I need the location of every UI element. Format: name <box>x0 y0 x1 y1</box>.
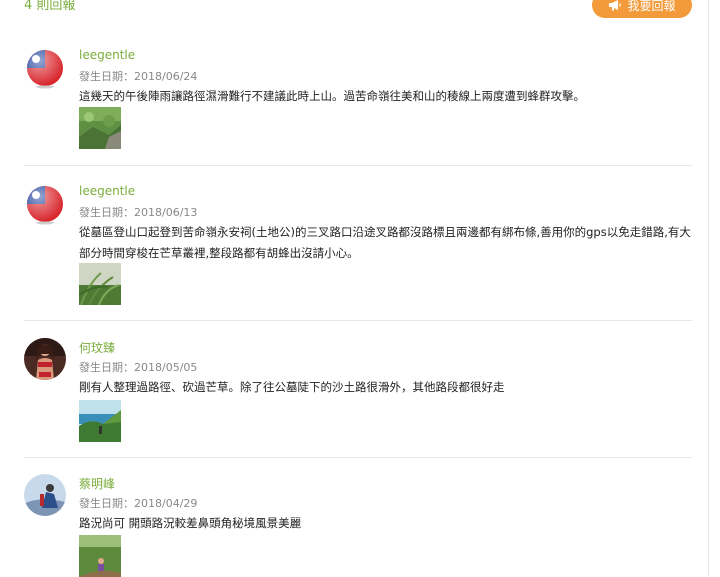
report-item: 何玟臻 發生日期：2018/05/05 剛有人整理過路徑、砍過芒草。除了往公墓陡… <box>24 338 692 448</box>
coast-view-photo[interactable] <box>79 400 121 442</box>
page-right-border <box>708 0 709 576</box>
reports-header: 4 則回報 我要回報 <box>0 0 708 30</box>
megaphone-icon <box>608 0 622 11</box>
report-text: 這幾天的午後陣雨讓路徑濕滑難行不建議此時上山。過苦命嶺往美和山的稜線上兩度遭到蜂… <box>79 89 585 103</box>
add-report-button[interactable]: 我要回報 <box>592 0 692 18</box>
hiker-trail-photo[interactable] <box>79 535 121 577</box>
report-date: 發生日期：2018/04/29 <box>79 497 198 510</box>
report-divider <box>24 457 692 458</box>
report-divider <box>24 320 692 321</box>
report-item: leegentle 發生日期：2018/06/13 從墓區登山口起登到苦命嶺永安… <box>24 183 692 308</box>
report-text: 剛有人整理過路徑、砍過芒草。除了往公墓陡下的沙土路很滑外，其他路段都很好走 <box>79 380 505 394</box>
add-report-label: 我要回報 <box>627 0 676 13</box>
grass-photo[interactable] <box>79 107 121 149</box>
silvergrass-photo[interactable] <box>79 263 121 305</box>
user-avatar[interactable] <box>24 338 66 380</box>
user-name[interactable]: 蔡明峰 <box>79 475 115 492</box>
report-text: 路況尚可 開頭路況較差鼻頭角秘境風景美麗 <box>79 516 302 530</box>
report-text: 從墓區登山口起登到苦命嶺永安祠(土地公)的三叉路口沿途叉路都沒路標且兩邊都有綁布… <box>79 225 691 260</box>
report-divider <box>24 165 692 166</box>
report-date: 發生日期：2018/05/05 <box>79 361 198 374</box>
user-avatar[interactable] <box>24 474 66 516</box>
report-date: 發生日期：2018/06/13 <box>79 206 198 219</box>
user-avatar[interactable] <box>24 47 66 89</box>
report-count: 4 則回報 <box>24 0 76 13</box>
user-name[interactable]: leegentle <box>79 48 135 62</box>
user-avatar[interactable] <box>24 183 66 225</box>
user-name[interactable]: leegentle <box>79 184 135 198</box>
report-item: 蔡明峰 發生日期：2018/04/29 路況尚可 開頭路況較差鼻頭角秘境風景美麗 <box>24 474 692 577</box>
report-date: 發生日期：2018/06/24 <box>79 70 198 83</box>
user-name[interactable]: 何玟臻 <box>79 339 115 356</box>
report-item: leegentle 發生日期：2018/06/24 這幾天的午後陣雨讓路徑濕滑難… <box>24 47 692 157</box>
